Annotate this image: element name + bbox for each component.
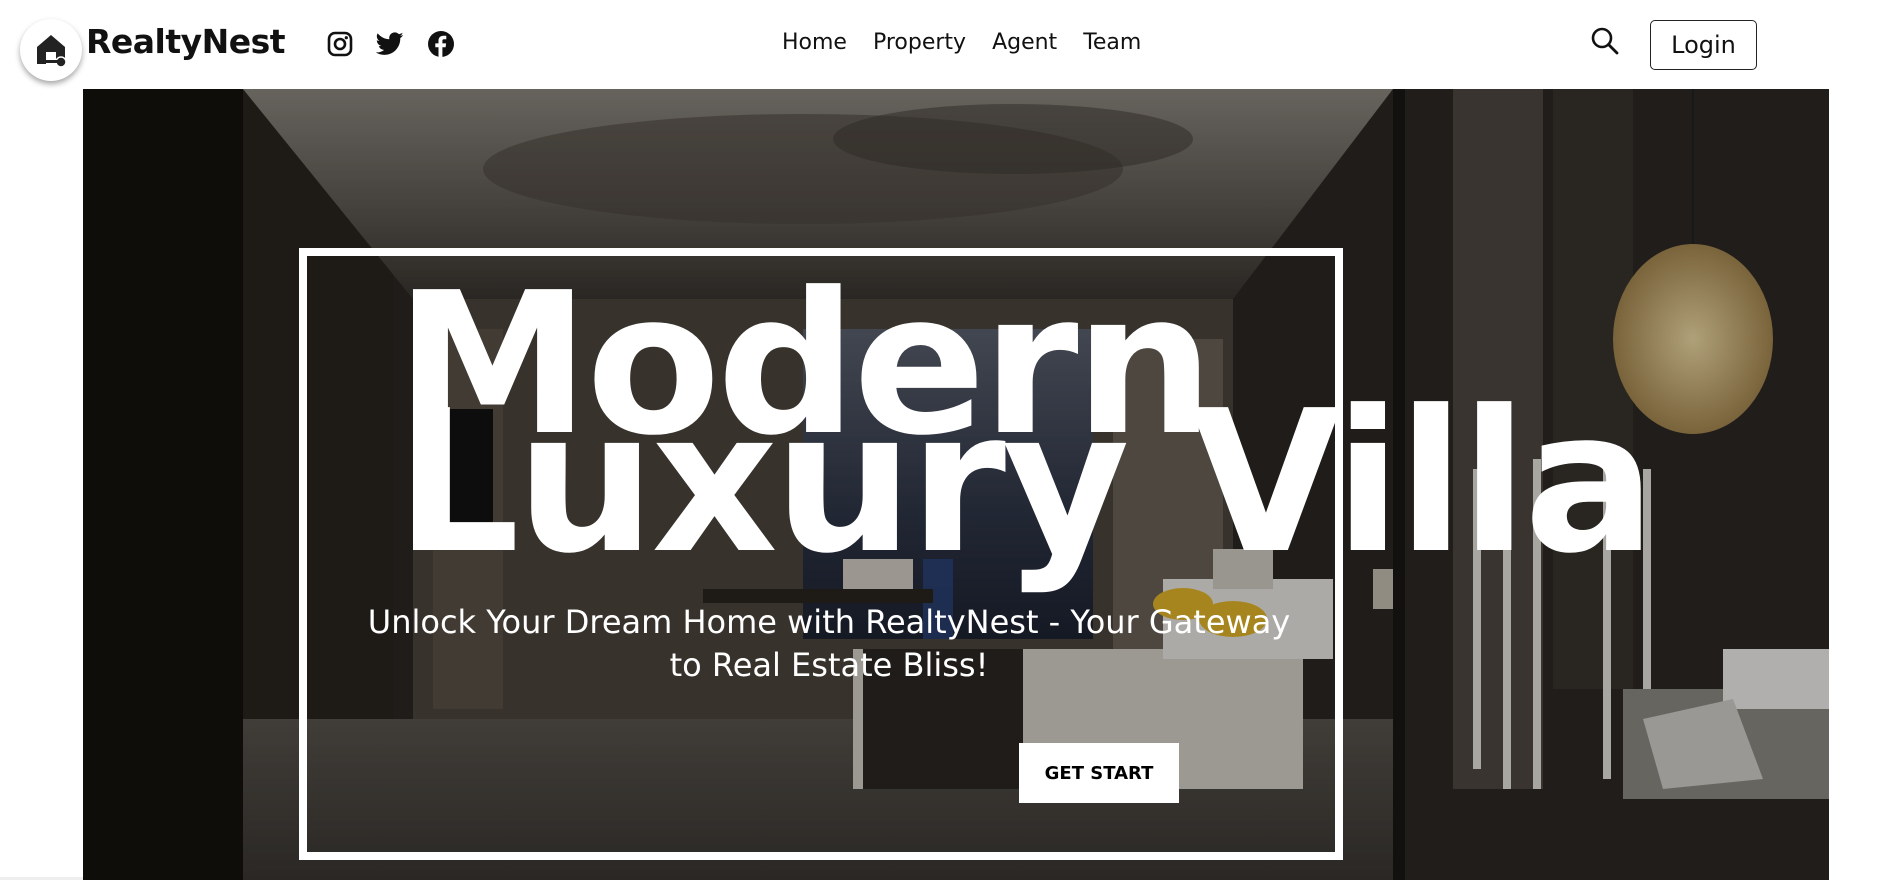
search-icon[interactable] xyxy=(1590,26,1622,58)
get-start-button[interactable]: GET START xyxy=(1019,743,1179,803)
twitter-icon[interactable] xyxy=(376,30,404,58)
nav-item-agent[interactable]: Agent xyxy=(992,30,1057,55)
brand-name[interactable]: RealtyNest xyxy=(86,22,286,61)
site-header: RealtyNest Home Property Agent Team Logi… xyxy=(0,0,1904,89)
hero-section: Modern Luxury Villa Unlock Your Dream Ho… xyxy=(83,89,1829,880)
nav-item-property[interactable]: Property xyxy=(873,30,966,55)
hero-title-line-2: Luxury Villa xyxy=(395,369,1656,597)
facebook-icon[interactable] xyxy=(427,30,455,58)
nav-item-home[interactable]: Home xyxy=(782,30,847,55)
nav-item-team[interactable]: Team xyxy=(1083,30,1141,55)
main-nav: Home Property Agent Team xyxy=(782,30,1141,55)
login-button[interactable]: Login xyxy=(1650,20,1757,70)
instagram-icon[interactable] xyxy=(326,30,354,58)
logo-icon[interactable] xyxy=(20,19,82,81)
hero-subtitle: Unlock Your Dream Home with RealtyNest -… xyxy=(367,603,1291,684)
